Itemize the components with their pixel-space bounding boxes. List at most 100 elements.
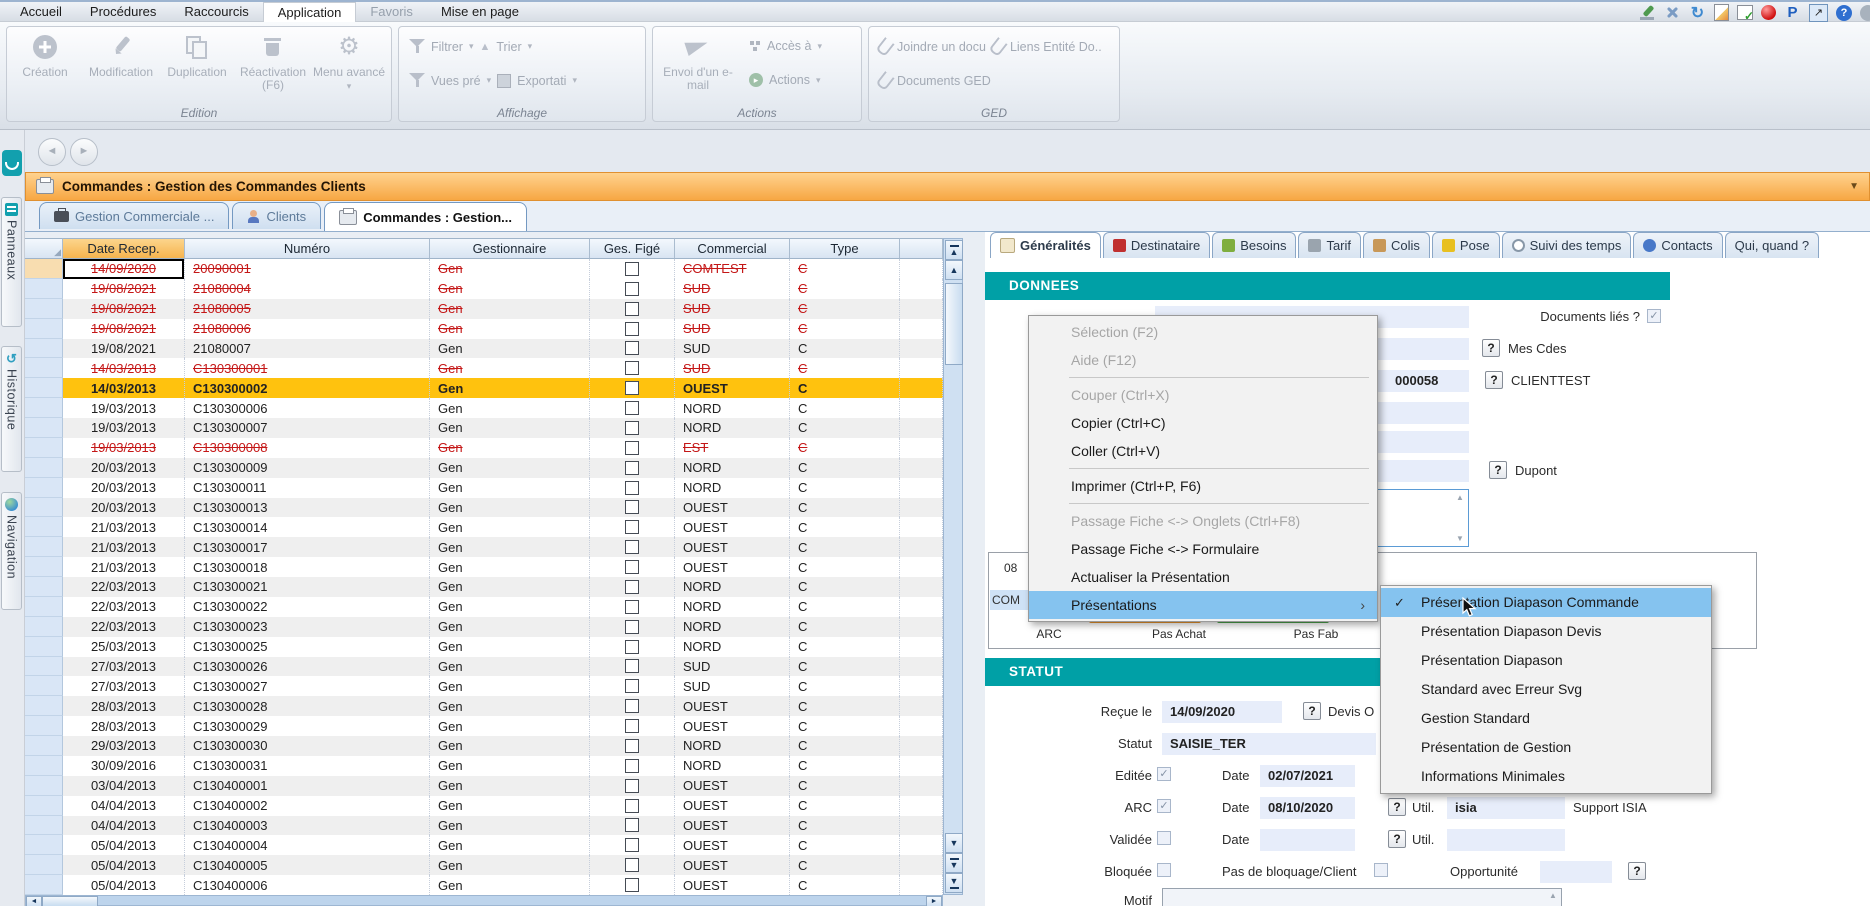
- row-selector-cell[interactable]: [25, 617, 63, 637]
- table-row[interactable]: 28/03/2013C130300029GenOUESTC: [25, 716, 943, 736]
- ges-fige-checkbox[interactable]: [625, 580, 639, 594]
- row-selector-cell[interactable]: [25, 676, 63, 696]
- table-row[interactable]: 27/03/2013C130300026GenSUDC: [25, 657, 943, 677]
- scroll-down-button[interactable]: ▼: [945, 833, 963, 853]
- ges-fige-checkbox[interactable]: [625, 640, 639, 654]
- rail-tab-navigation[interactable]: Navigation: [1, 492, 22, 610]
- refresh-icon[interactable]: ↻: [1689, 4, 1706, 21]
- ges-fige-checkbox[interactable]: [625, 481, 639, 495]
- table-row[interactable]: 19/08/202121080007GenSUDC: [25, 339, 943, 359]
- submenu-item-1[interactable]: Présentation Diapason Commande✓: [1381, 588, 1711, 617]
- opportunite-field[interactable]: [1540, 861, 1612, 883]
- row-selector-cell[interactable]: [25, 339, 63, 359]
- document-tab-2[interactable]: Clients: [232, 202, 321, 229]
- table-row[interactable]: 05/04/2013C130400005GenOUESTC: [25, 855, 943, 875]
- column-header-blank[interactable]: ◢: [25, 238, 63, 259]
- ges-fige-checkbox[interactable]: [625, 659, 639, 673]
- context-menu-item-6[interactable]: Imprimer (Ctrl+P, F6): [1029, 472, 1377, 500]
- ribbon-tab-raccourcis[interactable]: Raccourcis: [170, 2, 262, 22]
- vues-predefinies-button[interactable]: Vues pré: [431, 74, 481, 88]
- submenu-item-7[interactable]: Informations Minimales: [1381, 762, 1711, 791]
- ges-fige-checkbox[interactable]: [625, 500, 639, 514]
- vertical-scrollbar[interactable]: ▲ ▲ ▼ ▼ ▼: [943, 238, 963, 895]
- ges-fige-checkbox[interactable]: [625, 878, 639, 892]
- titlebar-dropdown-icon[interactable]: ▼: [1849, 181, 1859, 192]
- row-selector-cell[interactable]: [25, 418, 63, 438]
- back-button[interactable]: ◄: [38, 138, 66, 166]
- column-header-gestionnaire[interactable]: Gestionnaire: [430, 238, 590, 259]
- row-selector-cell[interactable]: [25, 478, 63, 498]
- arc-util-help-button[interactable]: ?: [1388, 798, 1406, 816]
- context-menu-item-8[interactable]: Passage Fiche <-> Formulaire: [1029, 535, 1377, 563]
- table-row[interactable]: 20/03/2013C130300013GenOUESTC: [25, 498, 943, 518]
- panel-tab-pose[interactable]: Pose: [1432, 232, 1500, 258]
- statut-field[interactable]: SAISIE_TER: [1162, 733, 1376, 755]
- help-icon[interactable]: ?: [1836, 5, 1852, 21]
- ges-fige-checkbox[interactable]: [625, 441, 639, 455]
- documents-lies-checkbox[interactable]: ✓: [1647, 309, 1661, 323]
- modification-button[interactable]: Modification: [83, 31, 159, 93]
- recue-le-field[interactable]: 14/09/2020: [1162, 701, 1282, 723]
- table-row[interactable]: 14/03/2013C130300002GenOUESTC: [25, 378, 943, 398]
- reactivation-button[interactable]: Réactivation (F6): [235, 31, 311, 93]
- duplication-button[interactable]: Duplication: [159, 31, 235, 93]
- row-selector-cell[interactable]: [25, 537, 63, 557]
- table-row[interactable]: 05/04/2013C130400004GenOUESTC: [25, 835, 943, 855]
- ges-fige-checkbox[interactable]: [625, 282, 639, 296]
- document-tab-1[interactable]: Gestion Commerciale ...: [39, 202, 229, 229]
- row-selector-cell[interactable]: [25, 816, 63, 836]
- notes-icon[interactable]: [1714, 4, 1729, 21]
- ribbon-tab-application[interactable]: Application: [263, 2, 357, 23]
- row-selector-cell[interactable]: [25, 696, 63, 716]
- table-row[interactable]: 21/03/2013C130300018GenOUESTC: [25, 557, 943, 577]
- close-x-icon[interactable]: [1664, 4, 1681, 21]
- record-red-icon[interactable]: [1761, 5, 1776, 20]
- table-row[interactable]: 19/08/202121080005GenSUDC: [25, 299, 943, 319]
- row-selector-cell[interactable]: [25, 796, 63, 816]
- submenu-item-3[interactable]: Présentation Diapason: [1381, 646, 1711, 675]
- row-selector-cell[interactable]: [25, 875, 63, 895]
- creation-button[interactable]: Création: [7, 31, 83, 93]
- p-icon[interactable]: P: [1784, 4, 1801, 21]
- scroll-left-button[interactable]: ◄: [26, 896, 42, 906]
- rail-tab-historique[interactable]: ↺Historique: [1, 346, 22, 472]
- submenu-item-6[interactable]: Présentation de Gestion: [1381, 733, 1711, 762]
- ges-fige-checkbox[interactable]: [625, 759, 639, 773]
- panel-tab-contacts[interactable]: Contacts: [1633, 232, 1722, 258]
- ges-fige-checkbox[interactable]: [625, 699, 639, 713]
- acces-a-button[interactable]: Accès à: [767, 39, 811, 53]
- mes-cdes-help-button[interactable]: ?: [1482, 339, 1500, 357]
- joindre-docu-button[interactable]: Joindre un docu: [897, 40, 986, 54]
- table-row[interactable]: 29/03/2013C130300030GenNORDC: [25, 736, 943, 756]
- opportunite-help-button[interactable]: ?: [1628, 862, 1646, 880]
- filtrer-button[interactable]: Filtrer: [431, 40, 463, 54]
- ges-fige-checkbox[interactable]: [625, 421, 639, 435]
- ges-fige-checkbox[interactable]: [625, 719, 639, 733]
- editee-date-field[interactable]: 02/07/2021: [1260, 765, 1355, 787]
- row-selector-cell[interactable]: [25, 517, 63, 537]
- row-selector-cell[interactable]: [25, 299, 63, 319]
- table-row[interactable]: 20/03/2013C130300009GenNORDC: [25, 458, 943, 478]
- context-menu-item-2[interactable]: Aide (F12): [1029, 346, 1377, 374]
- ges-fige-checkbox[interactable]: [625, 560, 639, 574]
- actions-button[interactable]: Actions: [769, 73, 810, 87]
- row-selector-cell[interactable]: [25, 776, 63, 796]
- table-row[interactable]: 25/03/2013C130300025GenNORDC: [25, 637, 943, 657]
- vertical-scroll-thumb[interactable]: [945, 283, 963, 365]
- panel-tab-colis[interactable]: Colis: [1363, 232, 1430, 258]
- ges-fige-checkbox[interactable]: [625, 600, 639, 614]
- ges-fige-checkbox[interactable]: [625, 620, 639, 634]
- bloquee-checkbox[interactable]: [1157, 863, 1171, 877]
- table-row[interactable]: 22/03/2013C130300021GenNORDC: [25, 577, 943, 597]
- column-header-blank[interactable]: [900, 238, 943, 259]
- client-help-button[interactable]: ?: [1485, 371, 1503, 389]
- window-arrow-icon[interactable]: ↗: [1809, 4, 1828, 22]
- context-menu-item-10[interactable]: Présentations›: [1029, 591, 1377, 619]
- table-row[interactable]: 19/03/2013C130300008GenESTC: [25, 438, 943, 458]
- liens-entite-button[interactable]: Liens Entité Do..: [1010, 40, 1102, 54]
- table-row[interactable]: 21/03/2013C130300017GenOUESTC: [25, 537, 943, 557]
- table-row[interactable]: 14/09/202020090001GenCOMTESTC: [25, 259, 943, 279]
- motif-scroll-up-icon[interactable]: ▲: [1547, 891, 1559, 900]
- column-header-num-ro[interactable]: Numéro: [185, 238, 430, 259]
- scroll-bottom-button[interactable]: ▼: [945, 873, 963, 893]
